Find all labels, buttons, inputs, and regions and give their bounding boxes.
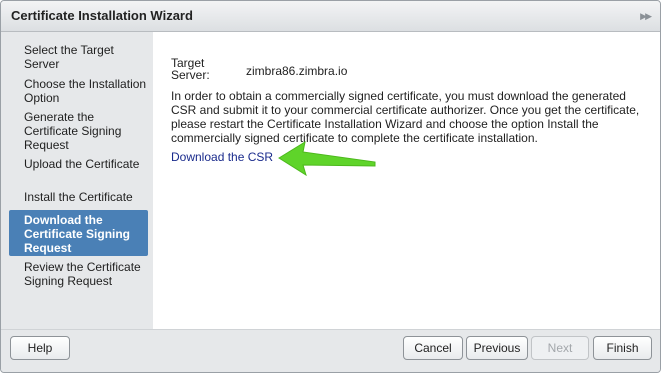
dialog-footer: Help Cancel Previous Next Finish (1, 329, 660, 372)
step-select-target-server[interactable]: Select the Target Server (9, 43, 148, 71)
target-server-label: Target Server: (171, 56, 210, 82)
instructions-text: In order to obtain a commercially signed… (171, 89, 640, 145)
step-generate-csr[interactable]: Generate the Certificate Signing Request (9, 110, 148, 152)
step-review-csr[interactable]: Review the Certificate Signing Request (9, 260, 148, 288)
step-upload-certificate[interactable]: Upload the Certificate (9, 157, 148, 171)
finish-button[interactable]: Finish (593, 336, 652, 360)
next-button: Next (531, 336, 589, 360)
certificate-wizard-dialog: Certificate Installation Wizard ▶▶ Selec… (0, 0, 661, 373)
title-bar: Certificate Installation Wizard ▶▶ (1, 1, 660, 32)
help-button[interactable]: Help (10, 336, 70, 360)
target-server-value: zimbra86.zimbra.io (246, 64, 348, 78)
step-choose-installation-option[interactable]: Choose the Installation Option (9, 77, 148, 105)
green-arrow-icon (278, 140, 376, 176)
dialog-title: Certificate Installation Wizard (11, 8, 193, 23)
wizard-steps-sidebar: Select the Target Server Choose the Inst… (1, 32, 152, 329)
step-install-certificate[interactable]: Install the Certificate (9, 190, 148, 204)
double-chevron-right-icon[interactable]: ▶▶ (640, 11, 652, 22)
wizard-content-panel: Target Server: zimbra86.zimbra.io In ord… (153, 32, 660, 329)
step-download-csr[interactable]: Download the Certificate Signing Request (9, 210, 148, 256)
cancel-button[interactable]: Cancel (403, 336, 463, 360)
download-csr-link[interactable]: Download the CSR (171, 150, 273, 164)
previous-button[interactable]: Previous (466, 336, 528, 360)
